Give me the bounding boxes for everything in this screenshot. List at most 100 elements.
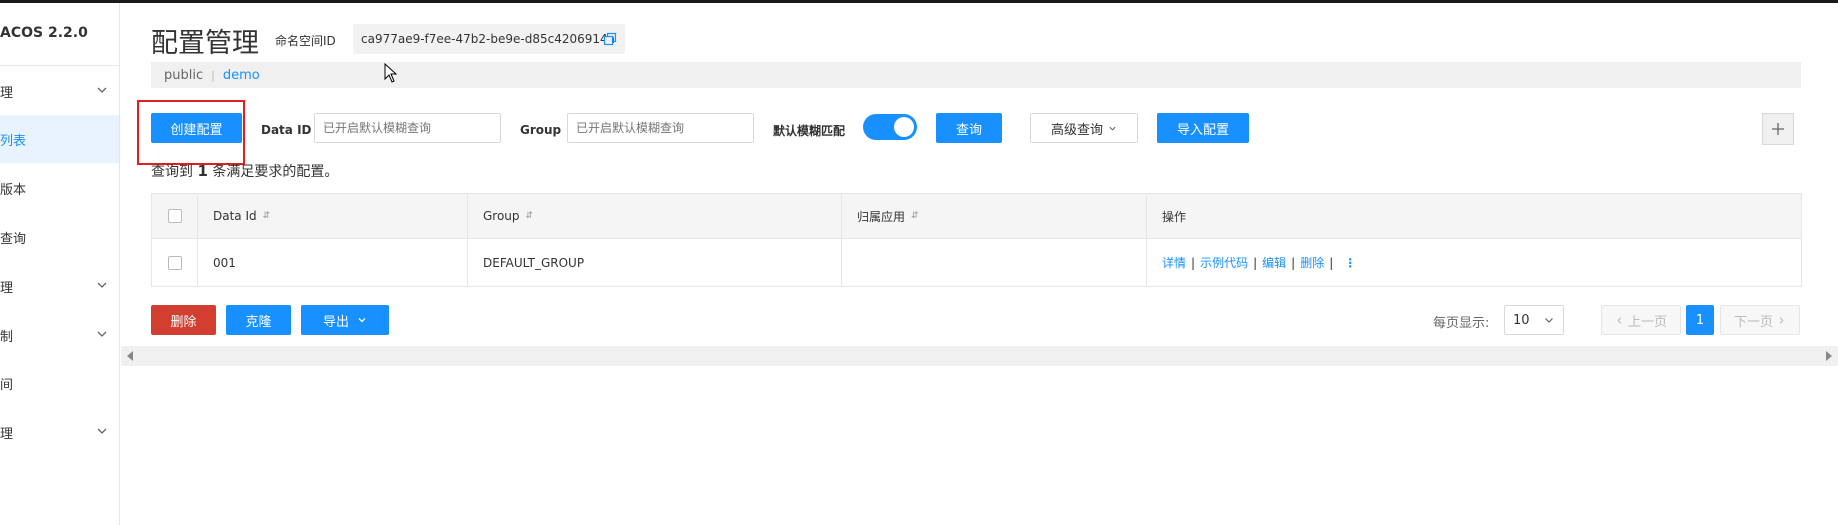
- mouse-cursor-icon: [384, 63, 398, 83]
- sort-icon[interactable]: ⇵: [911, 211, 919, 221]
- chevron-right-icon: [1779, 316, 1784, 324]
- fuzzy-match-label: 默认模糊匹配: [773, 124, 846, 138]
- main-content: 配置管理 命名空间ID ca977ae9-f7ee-47b2-be9e-d85c…: [121, 3, 1838, 525]
- clone-button[interactable]: 克隆: [226, 305, 291, 335]
- copy-icon[interactable]: [603, 32, 617, 46]
- result-suffix: 条满足要求的配置。: [212, 164, 339, 180]
- sidebar-item-2[interactable]: 版本: [0, 164, 119, 212]
- cell-data-id: 001: [198, 239, 468, 286]
- result-prefix: 查询到: [151, 164, 193, 180]
- scroll-left-arrow-icon[interactable]: [127, 351, 133, 361]
- sidebar-item-6[interactable]: 间: [0, 359, 119, 407]
- namespace-tab-public[interactable]: public: [164, 68, 203, 83]
- prev-page-button[interactable]: 上一页: [1601, 305, 1681, 335]
- current-page-button[interactable]: 1: [1686, 305, 1714, 335]
- op-separator: |: [1191, 255, 1196, 270]
- page-title: 配置管理: [151, 28, 259, 59]
- cell-app: [842, 239, 1147, 286]
- namespace-tab-demo[interactable]: demo: [223, 68, 260, 83]
- edit-link[interactable]: 编辑: [1262, 254, 1286, 271]
- column-label: 操作: [1162, 209, 1187, 224]
- sidebar-item-label: 理: [0, 426, 14, 442]
- column-header-app[interactable]: 归属应用 ⇵: [842, 194, 1147, 238]
- chevron-down-icon: [1545, 318, 1553, 323]
- next-page-label: 下一页: [1733, 314, 1773, 330]
- result-summary: 查询到 1 条满足要求的配置。: [151, 161, 338, 181]
- scroll-right-arrow-icon[interactable]: [1826, 351, 1832, 361]
- export-label: 导出: [322, 314, 349, 330]
- result-count: 1: [197, 162, 208, 180]
- column-header-data-id[interactable]: Data Id ⇵: [198, 194, 468, 238]
- sample-code-link[interactable]: 示例代码: [1200, 254, 1248, 271]
- fuzzy-match-toggle[interactable]: [863, 114, 917, 140]
- more-actions-icon[interactable]: ⋮: [1344, 256, 1356, 270]
- sidebar-item-label: 制: [0, 329, 14, 345]
- page-size-select[interactable]: 10: [1504, 305, 1564, 335]
- column-header-actions: 操作: [1147, 194, 1801, 238]
- sidebar-item-4[interactable]: 理: [0, 262, 119, 310]
- sidebar-item-1[interactable]: 列表: [0, 115, 119, 163]
- chevron-down-icon: [97, 331, 107, 337]
- import-config-button[interactable]: 导入配置: [1157, 113, 1249, 143]
- chevron-down-icon: [97, 87, 107, 93]
- sidebar-item-7[interactable]: 理: [0, 408, 119, 456]
- sidebar-divider: [0, 65, 120, 66]
- column-label: 归属应用: [857, 209, 906, 224]
- brand-logo-text: ACOS 2.2.0: [0, 25, 88, 41]
- sidebar-item-3[interactable]: 查询: [0, 213, 119, 261]
- chevron-down-icon: [1109, 126, 1116, 131]
- breadcrumb: public | demo: [151, 62, 1801, 88]
- group-input[interactable]: [567, 113, 754, 143]
- chevron-down-icon: [97, 428, 107, 434]
- horizontal-scrollbar[interactable]: [121, 346, 1838, 366]
- advanced-search-button[interactable]: 高级查询: [1030, 113, 1138, 143]
- namespace-id-box: ca977ae9-f7ee-47b2-be9e-d85c4206914a: [353, 24, 625, 54]
- sidebar-item-0[interactable]: 理: [0, 67, 119, 115]
- next-page-button[interactable]: 下一页: [1720, 305, 1800, 335]
- op-separator: |: [1253, 255, 1258, 270]
- chevron-left-icon: [1617, 316, 1622, 324]
- cell-actions: 详情 | 示例代码 | 编辑 | 删除 | ⋮: [1147, 239, 1801, 286]
- sidebar-item-label: 查询: [0, 231, 27, 247]
- sort-icon[interactable]: ⇵: [526, 211, 534, 221]
- config-table: Data Id ⇵ Group ⇵ 归属应用 ⇵ 操作 001 DEFAULT_GRO…: [151, 193, 1802, 287]
- breadcrumb-separator: |: [211, 68, 215, 82]
- chevron-down-icon: [97, 282, 107, 288]
- cell-group: DEFAULT_GROUP: [468, 239, 842, 286]
- sidebar-item-5[interactable]: 制: [0, 311, 119, 359]
- namespace-id-value: ca977ae9-f7ee-47b2-be9e-d85c4206914a: [361, 32, 615, 46]
- sidebar: ACOS 2.2.0 理 列表 版本 查询 理 制 间 理: [0, 3, 120, 525]
- table-row: 001 DEFAULT_GROUP 详情 | 示例代码 | 编辑 | 删除 | ⋮: [152, 239, 1801, 286]
- sidebar-item-label: 间: [0, 377, 14, 393]
- select-all-checkbox[interactable]: [167, 209, 182, 223]
- prev-page-label: 上一页: [1627, 314, 1667, 330]
- highlight-annotation-box: [137, 100, 245, 165]
- page-size-label: 每页显示:: [1433, 316, 1490, 331]
- toggle-knob: [894, 117, 914, 137]
- search-button[interactable]: 查询: [936, 113, 1002, 143]
- add-button[interactable]: [1762, 113, 1794, 145]
- delete-button[interactable]: 删除: [151, 305, 216, 335]
- table-header: Data Id ⇵ Group ⇵ 归属应用 ⇵ 操作: [152, 194, 1801, 239]
- op-separator: |: [1329, 255, 1334, 270]
- data-id-label: Data ID: [261, 123, 312, 137]
- row-select-cell: [152, 239, 198, 286]
- row-checkbox[interactable]: [167, 255, 182, 270]
- delete-link[interactable]: 删除: [1300, 254, 1324, 271]
- sidebar-item-label: 理: [0, 280, 14, 296]
- group-label: Group: [520, 123, 562, 137]
- sidebar-item-label: 版本: [0, 182, 27, 198]
- data-id-input[interactable]: [314, 113, 501, 143]
- plus-icon: [1772, 123, 1784, 135]
- chevron-down-icon: [358, 318, 366, 323]
- sort-icon[interactable]: ⇵: [263, 211, 271, 221]
- header-select-cell: [152, 194, 198, 238]
- export-button[interactable]: 导出: [301, 305, 389, 335]
- detail-link[interactable]: 详情: [1162, 254, 1186, 271]
- advanced-search-label: 高级查询: [1050, 122, 1103, 138]
- page-size-value: 10: [1513, 312, 1530, 328]
- column-header-group[interactable]: Group ⇵: [468, 194, 842, 238]
- namespace-label: 命名空间ID: [275, 34, 336, 48]
- column-label: Group: [483, 209, 520, 223]
- sidebar-item-label: 列表: [0, 133, 27, 149]
